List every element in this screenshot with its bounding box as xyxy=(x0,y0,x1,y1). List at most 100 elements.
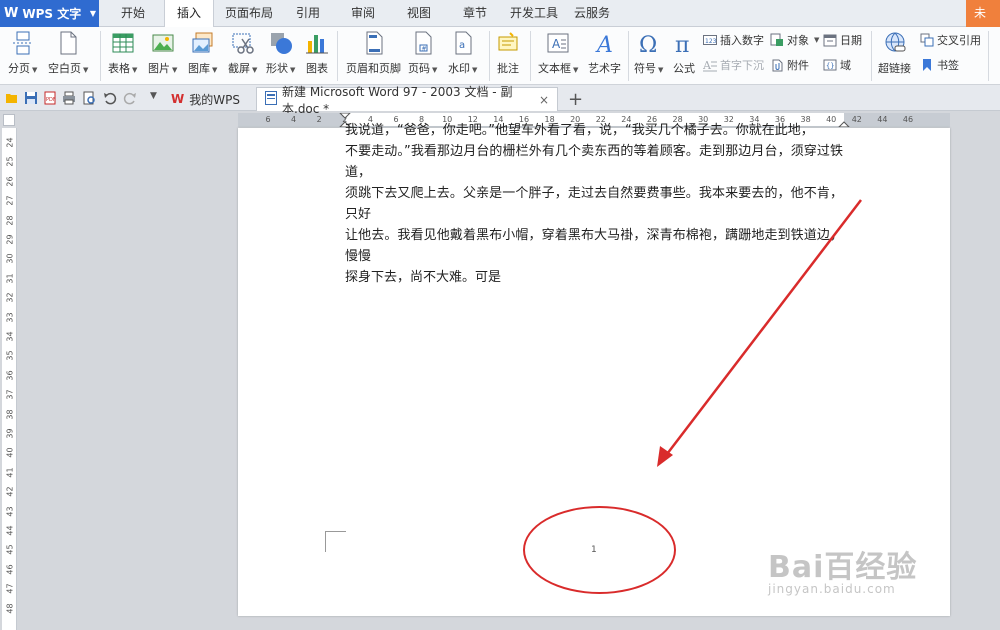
pi-icon: π xyxy=(672,31,696,58)
tab-review[interactable]: 审阅 xyxy=(344,0,382,27)
insert-number-button[interactable]: 123 插入数字 xyxy=(703,32,764,48)
page-number-button[interactable]: # 页码 ▼ xyxy=(408,31,437,76)
scissors-icon xyxy=(231,31,255,55)
ruler-tick-label: 2 xyxy=(316,115,322,124)
text-line: 须跳下去又爬上去。父亲是一个胖子，走过去自然要费事些。我本来要去的，他不肯，只好 xyxy=(345,186,843,222)
tab-document[interactable]: 新建 Microsoft Word 97 - 2003 文档 - 副本.doc … xyxy=(256,85,558,116)
hyperlink-button[interactable]: 超链接 xyxy=(878,31,911,76)
header-footer-button[interactable]: 页眉和页脚 xyxy=(346,31,401,76)
formula-button[interactable]: π 公式 xyxy=(672,31,696,76)
menu-bar: W WPS 文字 ▼ 开始 插入 页面布局 引用 审阅 视图 章节 开发工具 云… xyxy=(0,0,1000,28)
open-folder-icon[interactable] xyxy=(5,91,19,105)
tab-insert[interactable]: 插入 xyxy=(164,0,214,28)
tab-developer-tools[interactable]: 开发工具 xyxy=(508,0,560,27)
ruler-tick-label: 45 xyxy=(5,544,15,555)
ruler-tick-label: 30 xyxy=(5,253,15,264)
text-line: 探身下去，尚不大难。可是 xyxy=(345,270,502,285)
ruler-tick-label: 27 xyxy=(5,195,15,206)
drop-cap-button[interactable]: A 首字下沉 xyxy=(702,57,764,73)
svg-text:A: A xyxy=(595,33,613,55)
wps-logo-icon: W xyxy=(171,92,185,106)
watermark-icon: a xyxy=(451,31,475,55)
ruler-tick-label: 46 xyxy=(5,564,15,575)
object-button[interactable]: 对象 ▼ xyxy=(770,32,819,48)
ruler-tick-label: 47 xyxy=(5,583,15,594)
print-icon[interactable] xyxy=(62,91,76,105)
ruler-tick-label: 42 xyxy=(851,115,862,124)
new-tab-button[interactable]: + xyxy=(560,87,591,111)
tab-chapter[interactable]: 章节 xyxy=(456,0,494,27)
tab-my-wps[interactable]: W 我的WPS xyxy=(163,87,248,111)
document-tab-bar: PDF ▼ W 我的WPS 新建 Microsoft Word 97 - 200… xyxy=(0,85,1000,116)
redo-icon[interactable] xyxy=(123,91,137,105)
table-icon xyxy=(111,31,135,55)
close-tab-icon[interactable]: × xyxy=(539,93,549,107)
object-icon xyxy=(770,33,784,47)
svg-text:123: 123 xyxy=(705,38,717,45)
tab-start[interactable]: 开始 xyxy=(112,0,154,27)
tab-view[interactable]: 视图 xyxy=(400,0,438,27)
tab-cloud-service[interactable]: 云服务 xyxy=(572,0,612,27)
comment-button[interactable]: 批注 xyxy=(496,31,520,76)
screenshot-button[interactable]: 截屏 ▼ xyxy=(228,31,257,76)
table-button[interactable]: 表格 ▼ xyxy=(108,31,137,76)
ruler-tick-label: 43 xyxy=(5,506,15,517)
text-box-button[interactable]: A 文本框 ▼ xyxy=(538,31,578,76)
baidu-watermark: Bai百经验 jingyan.baidu.com xyxy=(768,542,917,596)
app-name: WPS 文字 xyxy=(22,7,82,21)
cross-reference-button[interactable]: 交叉引用 xyxy=(920,32,981,48)
page-break-button[interactable]: 分页 ▼ xyxy=(8,31,37,76)
customize-dropdown-icon[interactable]: ▼ xyxy=(150,91,164,105)
calendar-icon xyxy=(823,33,837,47)
picture-icon xyxy=(151,31,175,55)
login-button[interactable]: 未 xyxy=(966,0,1000,27)
omega-icon: Ω xyxy=(637,31,661,58)
document-body[interactable]: 我说道，“爸爸，你走吧。”他望车外看了看，说，“我买几个橘子去。你就在此地， 不… xyxy=(345,123,843,288)
ruler-tick-label: 32 xyxy=(5,292,15,303)
tab-references[interactable]: 引用 xyxy=(290,0,326,27)
print-preview-icon[interactable] xyxy=(82,91,96,105)
svg-text:π: π xyxy=(675,33,689,55)
symbol-button[interactable]: Ω 符号 ▼ xyxy=(634,31,663,76)
ruler-tick-label: 26 xyxy=(5,176,15,187)
app-menu-button[interactable]: W WPS 文字 ▼ xyxy=(0,0,99,27)
chart-button[interactable]: 图表 xyxy=(305,31,329,76)
attachment-button[interactable]: 附件 xyxy=(770,57,809,73)
tab-page-layout[interactable]: 页面布局 xyxy=(222,0,276,27)
vertical-ruler[interactable]: 24 25 26 27 28 29 30 31 32 33 34 35 36 37 38 39 40 41 42 43… xyxy=(2,128,17,630)
ruler-tick-label: 35 xyxy=(5,350,15,361)
ruler-tick-label: 24 xyxy=(5,137,15,148)
paperclip-icon xyxy=(770,58,784,72)
margin-corner-mark xyxy=(325,531,346,552)
save-icon[interactable] xyxy=(24,91,38,105)
export-pdf-icon[interactable]: PDF xyxy=(43,91,57,105)
ruler-tick-label: 37 xyxy=(5,389,15,400)
bar-chart-icon xyxy=(305,31,329,55)
ribbon-insert: 分页 ▼ 空白页 ▼ 表格 ▼ 图片 ▼ 图库 ▼ 截屏 ▼ 形状 ▼ 图表 页… xyxy=(0,27,1000,85)
tab-stop-selector[interactable] xyxy=(3,114,15,126)
date-button[interactable]: 日期 xyxy=(823,32,862,48)
gallery-button[interactable]: 图库 ▼ xyxy=(188,31,217,76)
bookmark-button[interactable]: 书签 xyxy=(920,57,959,73)
number-icon: 123 xyxy=(703,33,717,47)
ruler-tick-label: 33 xyxy=(5,312,15,323)
svg-text:{}: {} xyxy=(826,62,834,70)
undo-icon[interactable] xyxy=(103,91,117,105)
bookmark-icon xyxy=(920,58,934,72)
watermark-brand: Bai百经验 xyxy=(768,550,918,585)
shape-button[interactable]: 形状 ▼ xyxy=(266,31,295,76)
ruler-tick-label: 4 xyxy=(291,115,297,124)
field-button[interactable]: {} 域 xyxy=(823,57,851,73)
ruler-tick-label: 31 xyxy=(5,273,15,284)
word-art-button[interactable]: A 艺术字 xyxy=(588,31,621,76)
ruler-tick-label: 46 xyxy=(902,115,914,124)
ruler-tick-label: 6 xyxy=(265,115,271,124)
ruler-tick-label: 42 xyxy=(5,486,15,497)
page-break-icon xyxy=(11,31,35,55)
picture-button[interactable]: 图片 ▼ xyxy=(148,31,177,76)
ruler-tick-label: 36 xyxy=(5,370,15,381)
blank-page-button[interactable]: 空白页 ▼ xyxy=(48,31,88,76)
text-line: 我说道，“爸爸，你走吧。”他望车外看了看，说，“我买几个橘子去。你就在此地， xyxy=(345,123,814,138)
watermark-button[interactable]: a 水印 ▼ xyxy=(448,31,477,76)
ruler-tick-label: 34 xyxy=(5,331,15,342)
